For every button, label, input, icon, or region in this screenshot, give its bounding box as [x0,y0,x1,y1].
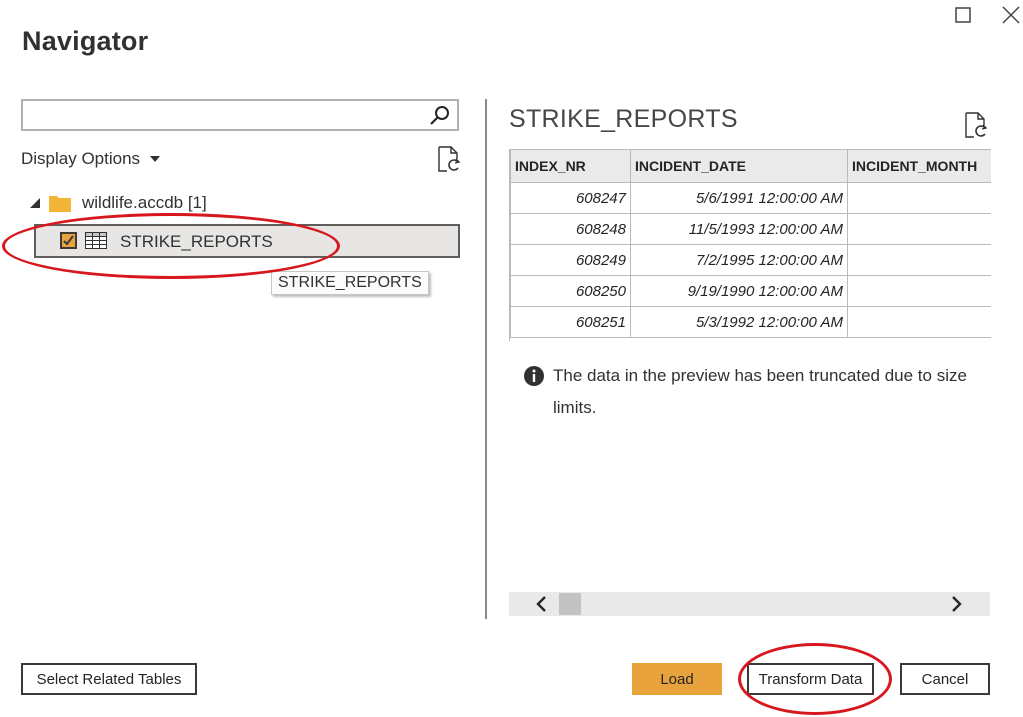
table-cell: 608248 [510,213,631,245]
tree-source-node[interactable]: wildlife.accdb [1] [30,193,207,213]
table-cell: 608251 [510,306,631,338]
close-button[interactable] [996,0,1023,30]
search-box [21,99,459,131]
search-input[interactable] [27,103,431,129]
table-cell: 5/6/1991 12:00:00 AM [630,182,848,214]
caret-down-icon [150,156,161,162]
preview-grid: INDEX_NR INCIDENT_DATE INCIDENT_MONTH 60… [509,149,991,341]
grid-header-row: INDEX_NR INCIDENT_DATE INCIDENT_MONTH [510,149,991,183]
cancel-button[interactable]: Cancel [900,663,990,695]
table-cell: 608250 [510,275,631,307]
pane-divider[interactable] [485,99,487,619]
expand-triangle-icon[interactable] [30,198,40,208]
source-label: wildlife.accdb [1] [82,193,207,212]
display-options-dropdown[interactable]: Display Options [21,149,161,169]
load-button[interactable]: Load [632,663,722,695]
table-cell: 9/19/1990 12:00:00 AM [630,275,848,307]
tooltip: STRIKE_REPORTS [271,271,429,295]
table-cell [847,306,991,338]
display-options-label: Display Options [21,149,141,168]
table-icon [85,232,107,249]
table-row: 608247 5/6/1991 12:00:00 AM [510,182,991,214]
search-icon[interactable] [429,105,451,127]
table-cell [847,213,991,245]
scroll-right-button[interactable] [945,592,969,616]
table-row: 608251 5/3/1992 12:00:00 AM [510,306,991,338]
info-message: The data in the preview has been truncat… [553,366,967,417]
info-icon [524,366,544,386]
x-icon [1002,6,1020,24]
preview-title: STRIKE_REPORTS [509,105,738,133]
table-cell [847,275,991,307]
refresh-icon[interactable] [436,145,462,173]
horizontal-scrollbar[interactable] [509,592,990,616]
column-header[interactable]: INDEX_NR [510,149,631,183]
select-related-tables-button[interactable]: Select Related Tables [21,663,197,695]
table-cell: 7/2/1995 12:00:00 AM [630,244,848,276]
tree-item-strike-reports[interactable]: STRIKE_REPORTS [34,224,460,258]
table-cell [847,244,991,276]
column-header[interactable]: INCIDENT_MONTH [847,149,991,183]
table-row: 608248 11/5/1993 12:00:00 AM [510,213,991,245]
table-cell: 11/5/1993 12:00:00 AM [630,213,848,245]
scroll-left-button[interactable] [529,592,553,616]
table-cell [847,182,991,214]
dialog-title: Navigator [22,26,149,56]
maximize-button[interactable] [948,0,978,30]
folder-icon [49,196,71,212]
checkbox-checked-icon[interactable] [60,232,77,249]
truncation-notice: The data in the preview has been truncat… [523,360,973,424]
chevron-left-icon [536,596,546,612]
chevron-right-icon [952,596,962,612]
table-cell: 608247 [510,182,631,214]
square-outline-icon [955,7,971,23]
scrollbar-thumb[interactable] [559,593,581,615]
table-row: 608250 9/19/1990 12:00:00 AM [510,275,991,307]
column-header[interactable]: INCIDENT_DATE [630,149,848,183]
tree-item-label: STRIKE_REPORTS [120,232,273,251]
transform-data-button[interactable]: Transform Data [747,663,874,695]
table-cell: 5/3/1992 12:00:00 AM [630,306,848,338]
preview-refresh-icon[interactable] [963,111,989,139]
table-row: 608249 7/2/1995 12:00:00 AM [510,244,991,276]
table-cell: 608249 [510,244,631,276]
